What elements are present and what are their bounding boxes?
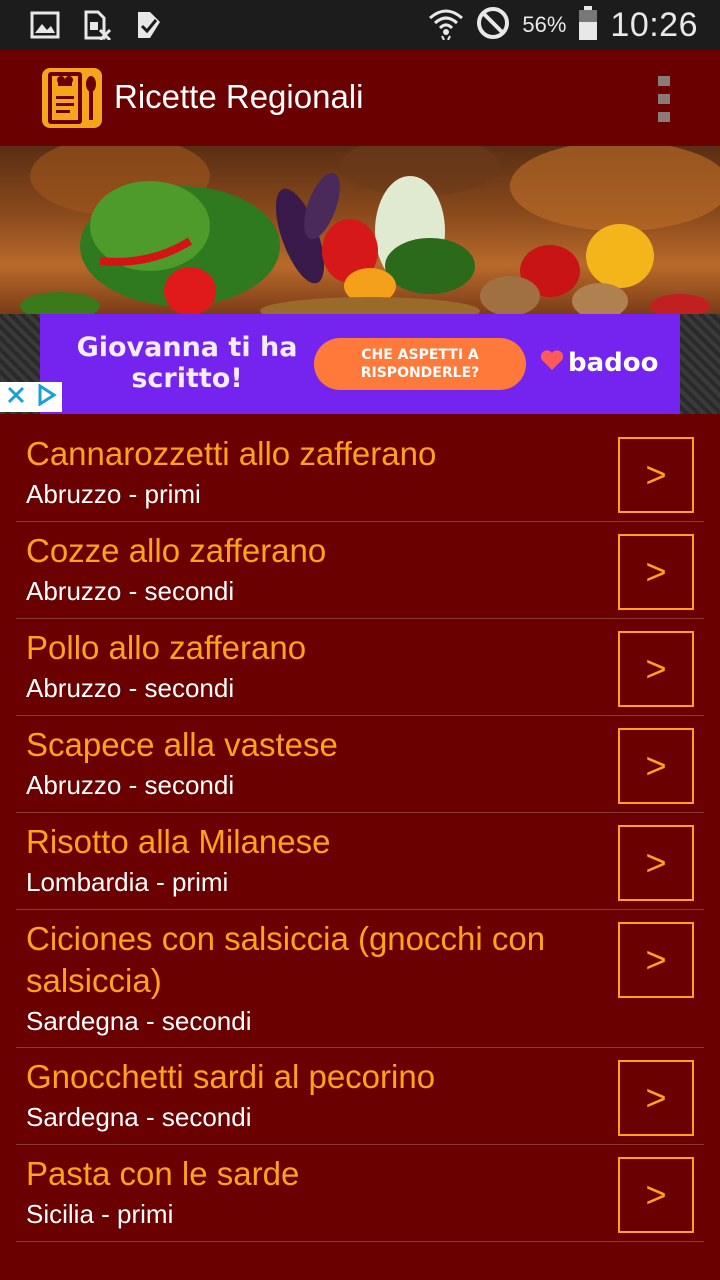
recipe-subtitle: Lombardia - primi xyxy=(26,867,229,897)
recipe-row[interactable]: Cozze allo zafferano Abruzzo - secondi > xyxy=(16,522,704,619)
open-recipe-button[interactable]: > xyxy=(618,825,694,901)
recipe-list: Cannarozzetti allo zafferano Abruzzo - p… xyxy=(16,425,704,1242)
recipe-row[interactable]: Scapece alla vastese Abruzzo - secondi > xyxy=(16,716,704,813)
recipe-subtitle: Sardegna - secondi xyxy=(26,1006,252,1036)
recipe-row[interactable]: Ciciones con salsiccia (gnocchi con sals… xyxy=(16,910,704,1048)
open-recipe-button[interactable]: > xyxy=(618,631,694,707)
recipe-title: Cozze allo zafferano xyxy=(26,532,327,569)
task-check-icon xyxy=(132,8,166,42)
recipe-title: Cannarozzetti allo zafferano xyxy=(26,435,437,472)
recipe-row[interactable]: Risotto alla Milanese Lombardia - primi … xyxy=(16,813,704,910)
status-bar: 56% 10:26 xyxy=(0,0,720,50)
open-recipe-button[interactable]: > xyxy=(618,534,694,610)
recipe-subtitle: Abruzzo - secondi xyxy=(26,770,235,800)
app-bar: Ricette Regionali xyxy=(0,50,720,146)
wifi-icon xyxy=(428,6,464,45)
recipe-row[interactable]: Pollo allo zafferano Abruzzo - secondi > xyxy=(16,619,704,716)
system-status: 56% 10:26 xyxy=(428,0,698,50)
recipe-subtitle: Abruzzo - secondi xyxy=(26,673,235,703)
ad-choices[interactable] xyxy=(0,382,62,412)
ad-cta-button[interactable]: CHE ASPETTI A RISPONDERLE? xyxy=(314,338,526,390)
recipe-title: Ciciones con salsiccia (gnocchi con sals… xyxy=(26,920,546,999)
open-recipe-button[interactable]: > xyxy=(618,437,694,513)
recipe-title: Pasta con le sarde xyxy=(26,1155,300,1192)
app-title: Ricette Regionali xyxy=(114,78,364,115)
battery-icon xyxy=(578,5,598,45)
recipe-title: Risotto alla Milanese xyxy=(26,823,331,860)
recipe-title: Gnocchetti sardi al pecorino xyxy=(26,1058,436,1095)
battery-percent: 56% xyxy=(522,12,567,37)
notification-icons xyxy=(28,8,166,42)
open-recipe-button[interactable]: > xyxy=(618,1157,694,1233)
recipe-row[interactable]: Cannarozzetti allo zafferano Abruzzo - p… xyxy=(16,425,704,522)
recipe-row[interactable]: Pasta con le sarde Sicilia - primi > xyxy=(16,1145,704,1242)
ad-brand: badoo xyxy=(540,348,659,378)
ad-banner[interactable]: Giovanna ti ha scritto! CHE ASPETTI A RI… xyxy=(40,314,680,414)
heart-icon xyxy=(540,348,564,378)
ad-choices-icon[interactable] xyxy=(37,382,57,411)
overflow-menu-icon[interactable] xyxy=(652,76,676,122)
recipe-row[interactable]: Gnocchetti sardi al pecorino Sardegna - … xyxy=(16,1048,704,1145)
recipe-subtitle: Sardegna - secondi xyxy=(26,1102,252,1132)
clock: 10:26 xyxy=(610,5,698,44)
open-recipe-button[interactable]: > xyxy=(618,1060,694,1136)
chef-recipe-icon xyxy=(40,66,104,130)
recipe-subtitle: Sicilia - primi xyxy=(26,1199,174,1229)
ad-brand-name: badoo xyxy=(568,348,659,378)
recipe-subtitle: Abruzzo - secondi xyxy=(26,576,235,606)
do-not-disturb-icon xyxy=(476,6,510,45)
recipe-subtitle: Abruzzo - primi xyxy=(26,479,201,509)
open-recipe-button[interactable]: > xyxy=(618,728,694,804)
recipe-title: Scapece alla vastese xyxy=(26,726,338,763)
ad-headline: Giovanna ti ha scritto! xyxy=(76,332,298,394)
ad-container: Giovanna ti ha scritto! CHE ASPETTI A RI… xyxy=(0,314,720,414)
close-icon[interactable] xyxy=(6,385,26,410)
open-recipe-button[interactable]: > xyxy=(618,922,694,998)
recipe-title: Pollo allo zafferano xyxy=(26,629,307,666)
gallery-icon xyxy=(28,8,62,42)
vegetables-banner-image xyxy=(0,146,720,316)
sim-off-icon xyxy=(80,8,114,42)
